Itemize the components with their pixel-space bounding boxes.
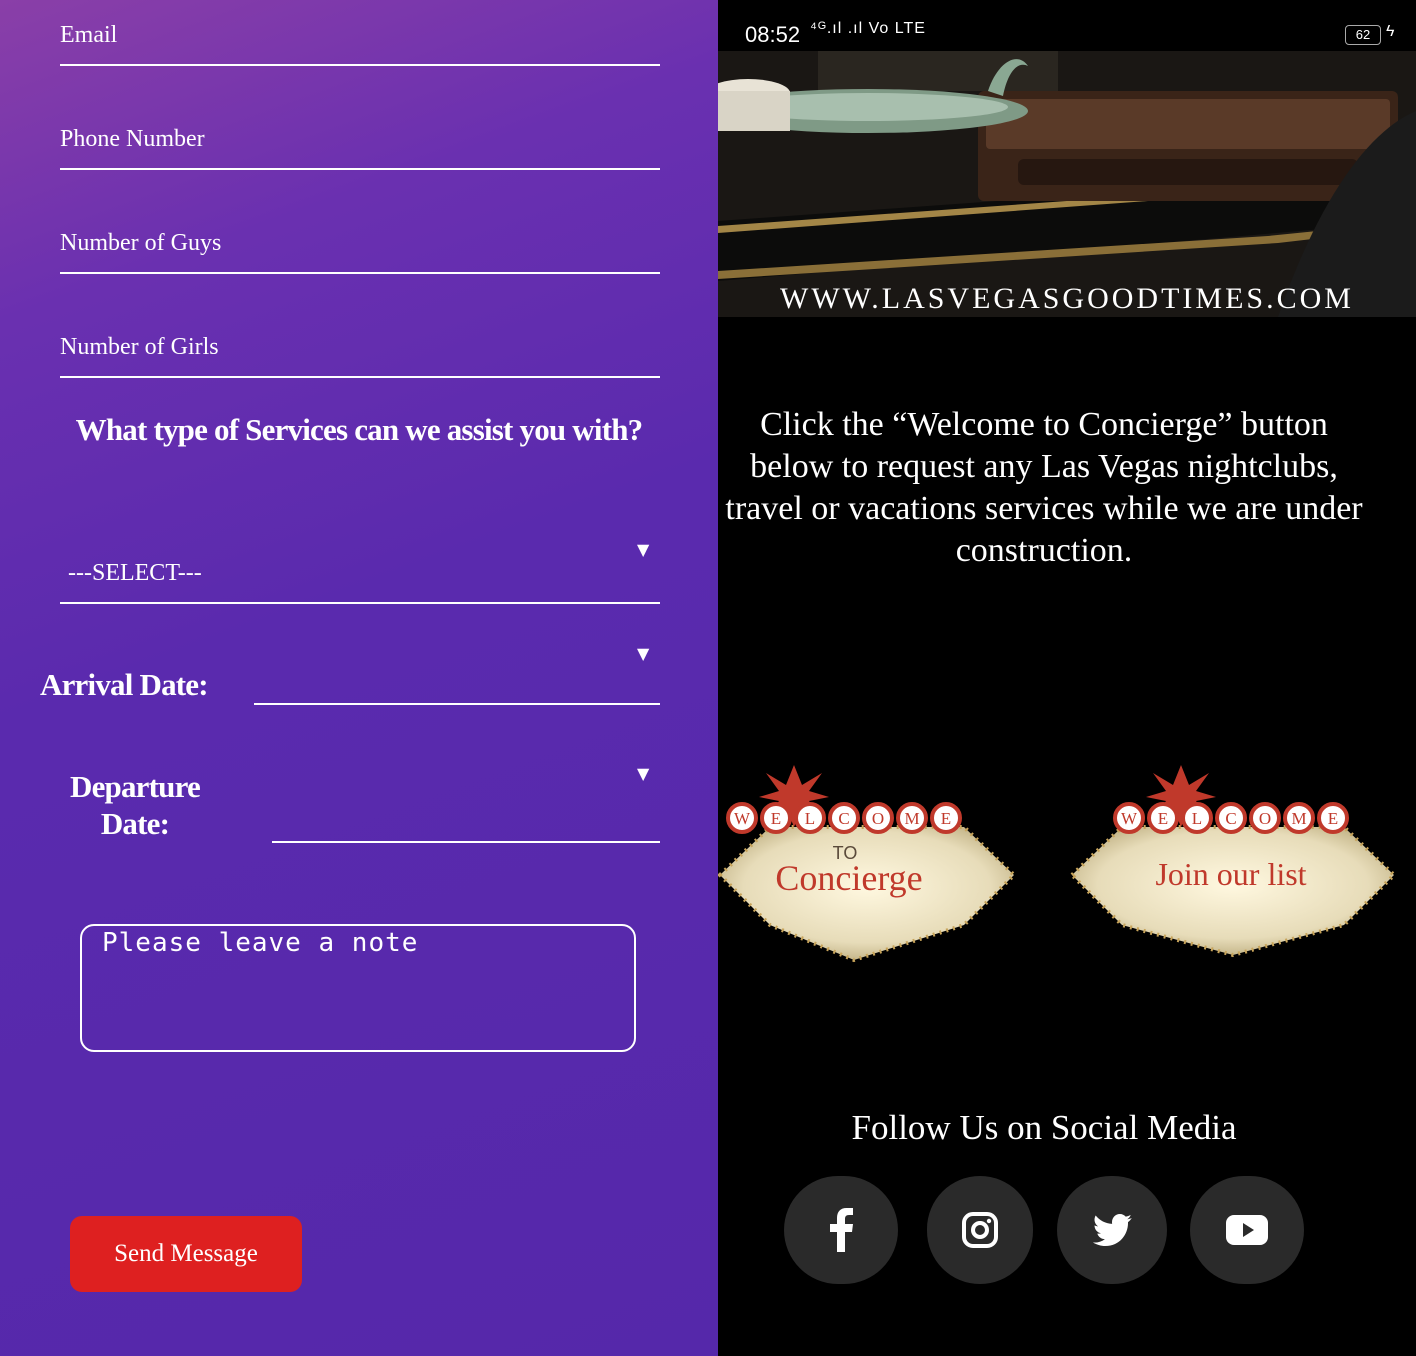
dining-table-image [718,51,1416,317]
sign-letter: M [1291,809,1306,828]
phone-placeholder: Phone Number [60,126,205,152]
facebook-icon [830,1208,853,1252]
sign-letter: E [941,809,951,828]
sign-letter: E [771,809,781,828]
phone-field[interactable]: Phone Number [60,110,660,170]
vegas-sign-graphic: W E L C O M E Join our list [1069,765,1397,958]
departure-date-input[interactable] [272,841,660,843]
facebook-button[interactable] [784,1176,898,1284]
concierge-message: Click the “Welcome to Concierge” button … [725,406,1363,569]
services-select-value: ---SELECT--- [68,560,202,586]
sign-letter: W [734,809,751,828]
sign-letter: O [1259,809,1271,828]
sign-letter: C [838,809,849,828]
send-message-button[interactable]: Send Message [70,1216,302,1292]
charging-icon: ϟ [1386,23,1395,40]
twitter-icon [1092,1213,1132,1246]
girls-field[interactable]: Number of Girls [60,318,660,378]
twitter-button[interactable] [1057,1176,1167,1284]
departure-label: Departure Date: [60,768,210,842]
sign-letter: L [805,809,815,828]
guys-field[interactable]: Number of Guys [60,214,660,274]
sign-letter: L [1192,809,1202,828]
instagram-button[interactable] [927,1176,1033,1284]
girls-placeholder: Number of Girls [60,334,219,360]
concierge-sign-text: Concierge [775,858,922,898]
departure-label-line2: Date: [100,806,170,841]
arrival-date-input[interactable] [254,703,660,705]
sign-letter: E [1328,809,1338,828]
services-question: What type of Services can we assist you … [75,412,644,447]
website-panel: 08:52 ⁴ᴳ.ıl .ıl Vo LTE 62 ϟ WWW.LASVEGAS… [718,0,1416,1356]
website-url: WWW.LASVEGASGOODTIMES.COM [780,282,1354,315]
welcome-to-concierge-button[interactable]: W E L C O M E TO Concierge [718,745,1054,975]
contact-form: Email Phone Number Number of Guys Number… [0,0,718,1356]
guys-placeholder: Number of Guys [60,230,222,256]
note-textarea[interactable]: Please leave a note [80,924,636,1052]
sign-letter: C [1225,809,1236,828]
sign-letter: E [1158,809,1168,828]
status-bar: 08:52 ⁴ᴳ.ıl .ıl Vo LTE 62 ϟ [718,0,1416,51]
sign-letter: M [904,809,919,828]
follow-heading: Follow Us on Social Media [851,1108,1237,1147]
hero-image: WWW.LASVEGASGOODTIMES.COM [718,51,1416,317]
email-field[interactable]: Email [60,0,660,66]
youtube-icon [1226,1215,1268,1245]
status-time: 08:52 [745,22,801,47]
signal-icon: ⁴ᴳ.ıl .ıl Vo LTE [810,20,926,37]
arrival-label: Arrival Date: [40,667,209,702]
vegas-sign-graphic: W E L C O M E TO Concierge [718,765,1017,963]
chevron-down-icon[interactable]: ▼ [637,540,649,559]
note-placeholder: Please leave a note [102,928,419,958]
email-placeholder: Email [60,22,118,48]
instagram-icon [962,1212,998,1248]
join-sign-text: Join our list [1155,856,1306,892]
chevron-down-icon[interactable]: ▼ [637,644,649,663]
join-our-list-button[interactable]: W E L C O M E Join our list [1068,745,1408,975]
battery-icon: 62 [1345,25,1381,45]
youtube-button[interactable] [1190,1176,1304,1284]
sign-letter: O [872,809,884,828]
sign-letter: W [1121,809,1138,828]
departure-label-line1: Departure [70,769,201,804]
chevron-down-icon[interactable]: ▼ [637,764,649,783]
